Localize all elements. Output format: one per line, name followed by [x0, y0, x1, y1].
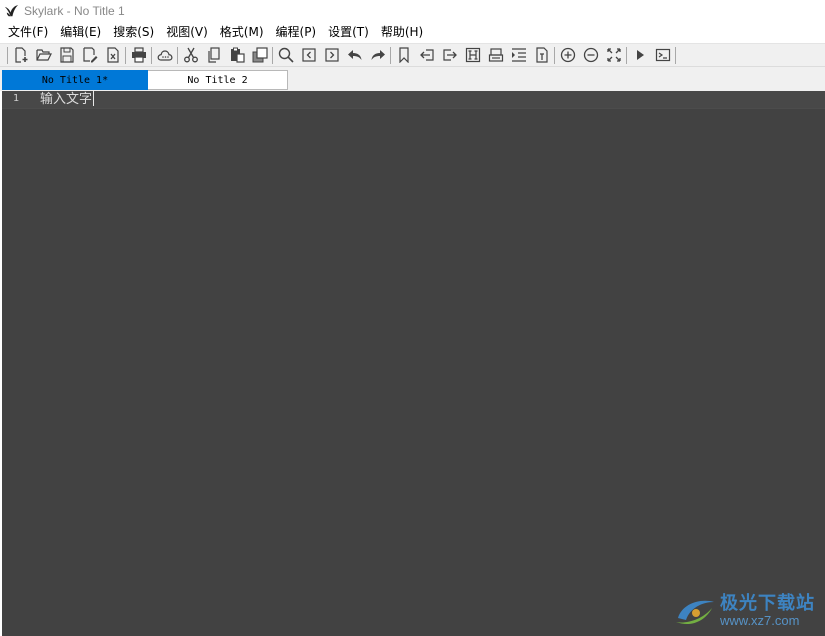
open-folder-icon [35, 49, 52, 61]
hex-view-button[interactable] [461, 44, 484, 66]
watermark-logo-icon [676, 600, 714, 625]
window-title: Skylark - No Title 1 [24, 4, 125, 18]
print-preview-button[interactable] [484, 44, 507, 66]
menu-program[interactable]: 编程(P) [270, 22, 323, 43]
zoom-in-button[interactable] [556, 44, 579, 66]
menu-search[interactable]: 搜索(S) [107, 22, 160, 43]
console-icon [655, 48, 670, 62]
line-number: 1 [13, 93, 20, 104]
open-button[interactable] [32, 44, 55, 66]
skylark-app-icon [4, 4, 19, 16]
zoom-out-icon [583, 47, 598, 63]
zoom-in-icon [560, 47, 575, 63]
toolbar-separator [675, 46, 676, 64]
console-button[interactable] [651, 44, 674, 66]
line-content[interactable]: 输入文字 [40, 91, 95, 109]
goto-next-button[interactable] [438, 44, 461, 66]
cloud-icon [157, 50, 172, 61]
copy-button[interactable] [202, 44, 225, 66]
hex-view-icon [465, 47, 480, 63]
redo-button[interactable] [366, 44, 389, 66]
fullscreen-icon [606, 48, 621, 62]
toolbar-separator [390, 46, 391, 64]
cut-button[interactable] [179, 44, 202, 66]
toolbar-separator [151, 46, 152, 64]
paste-icon [230, 47, 245, 63]
cloud-button[interactable] [153, 44, 176, 66]
menu-view[interactable]: 视图(V) [160, 22, 214, 43]
bookmark-icon [398, 47, 409, 63]
toolbar-separator [554, 46, 555, 64]
fullscreen-button[interactable] [602, 44, 625, 66]
indent-button[interactable] [507, 44, 530, 66]
toolbar-separator [7, 46, 8, 64]
tab-no-title-1[interactable]: No Title 1* [2, 70, 148, 90]
menu-bar: 文件(F) 编辑(E) 搜索(S) 视图(V) 格式(M) 编程(P) 设置(T… [0, 22, 825, 43]
save-button[interactable] [55, 44, 78, 66]
cut-icon [183, 47, 198, 63]
duplicate-button[interactable] [248, 44, 271, 66]
toolbar-separator [125, 46, 126, 64]
goto-next-icon [442, 49, 457, 61]
new-file-icon [14, 47, 27, 63]
close-file-button[interactable] [101, 44, 124, 66]
menu-file[interactable]: 文件(F) [2, 22, 54, 43]
paste-button[interactable] [225, 44, 248, 66]
menu-edit[interactable]: 编辑(E) [54, 22, 107, 43]
goto-prev-button[interactable] [415, 44, 438, 66]
toolbar-separator [626, 46, 627, 64]
undo-icon [347, 50, 361, 60]
search-button[interactable] [274, 44, 297, 66]
copy-icon [207, 47, 220, 63]
file-info-icon [535, 47, 548, 63]
save-as-icon [82, 47, 97, 63]
watermark: 极光下载站 www.xz7.com [672, 594, 815, 628]
toolbar-separator [272, 46, 273, 64]
run-icon [636, 50, 644, 60]
title-bar: Skylark - No Title 1 [0, 0, 825, 22]
goto-prev-icon [419, 49, 434, 61]
redo-icon [371, 50, 385, 60]
search-icon [278, 47, 294, 63]
duplicate-icon [252, 47, 268, 63]
undo-button[interactable] [343, 44, 366, 66]
toolbar-separator [177, 46, 178, 64]
toolbar [0, 43, 825, 67]
find-next-icon [324, 48, 339, 62]
print-icon [131, 47, 146, 63]
close-file-icon [106, 47, 119, 63]
indent-icon [511, 48, 526, 62]
zoom-out-button[interactable] [579, 44, 602, 66]
print-button[interactable] [127, 44, 150, 66]
menu-help[interactable]: 帮助(H) [375, 22, 429, 43]
save-icon [59, 47, 74, 63]
menu-settings[interactable]: 设置(T) [322, 22, 375, 43]
menu-format[interactable]: 格式(M) [214, 22, 270, 43]
print-preview-icon [488, 48, 503, 62]
find-prev-icon [301, 48, 316, 62]
watermark-name: 极光下载站 [720, 593, 815, 614]
file-info-button[interactable] [530, 44, 553, 66]
new-file-button[interactable] [9, 44, 32, 66]
find-next-button[interactable] [320, 44, 343, 66]
tab-no-title-2[interactable]: No Title 2 [148, 70, 288, 90]
run-button[interactable] [628, 44, 651, 66]
line-text: 输入文字 [40, 92, 93, 107]
bookmark-button[interactable] [392, 44, 415, 66]
find-prev-button[interactable] [297, 44, 320, 66]
watermark-url: www.xz7.com [720, 613, 800, 628]
editor-area[interactable]: 1 输入文字 极光下载站 www.xz7.com [2, 91, 825, 636]
text-caret [93, 91, 95, 106]
save-as-button[interactable] [78, 44, 101, 66]
editor-line[interactable]: 1 输入文字 [2, 91, 825, 109]
tab-bar: No Title 1* No Title 2 [0, 67, 825, 91]
